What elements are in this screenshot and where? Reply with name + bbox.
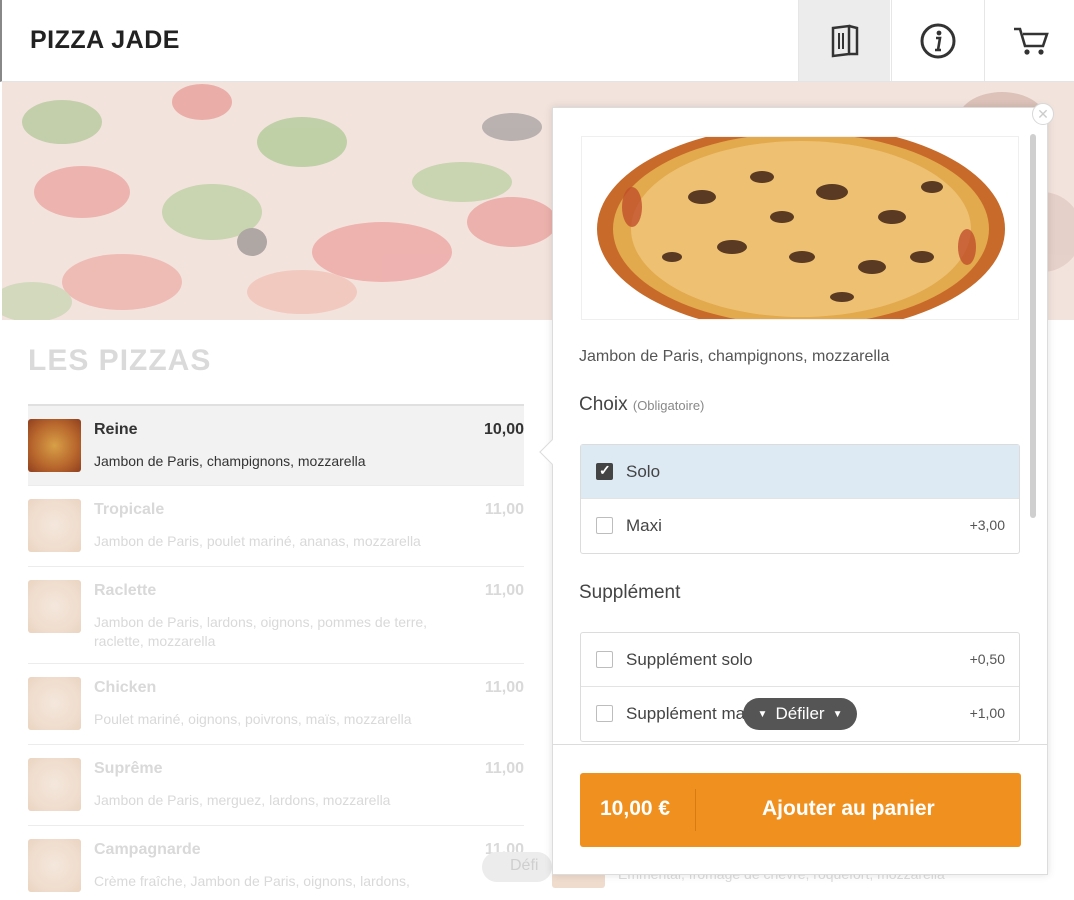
product-image — [581, 136, 1019, 320]
cart-icon — [1013, 27, 1049, 55]
option-label: Supplément maxi — [626, 704, 758, 723]
option-row[interactable]: Supplément solo +0,50 — [581, 633, 1019, 687]
item-price: 10,00 — [483, 421, 524, 438]
section-title: LES PIZZAS — [28, 344, 212, 377]
item-desc: Jambon de Paris, poulet mariné, ananas, … — [94, 533, 421, 549]
item-price: 11,00 — [484, 501, 524, 518]
scroll-hint-label: Défiler — [775, 704, 825, 723]
cart-button[interactable] — [984, 0, 1074, 81]
option-price: +1,00 — [969, 705, 1005, 721]
item-desc: Crème fraîche, Jambon de Paris, oignons,… — [94, 873, 410, 889]
modal-scroll-area[interactable]: Jambon de Paris, champignons, mozzarella… — [553, 108, 1047, 744]
item-desc: Jambon de Paris, lardons, oignons, pomme… — [94, 614, 428, 649]
pizza-thumbnail — [28, 677, 81, 730]
menu-button[interactable] — [798, 0, 890, 81]
chevron-down-icon: ▼ — [832, 708, 843, 720]
choice-section-title: Choix (Obligatoire) — [579, 394, 704, 416]
item-price: 11,00 — [484, 760, 524, 777]
item-name: Tropicale — [94, 501, 165, 518]
option-label: Supplément solo — [626, 650, 753, 669]
close-icon: ✕ — [1037, 105, 1049, 122]
product-description: Jambon de Paris, champignons, mozzarella — [579, 348, 890, 365]
choice-options: Solo Maxi +3,00 — [580, 444, 1020, 554]
pizza-thumbnail — [28, 499, 81, 552]
close-button[interactable]: ✕ — [1032, 103, 1054, 125]
checkbox-checked[interactable] — [596, 462, 613, 480]
checkbox[interactable] — [596, 517, 613, 534]
total-price: 10,00 € — [600, 797, 671, 820]
item-price: 11,00 — [484, 679, 524, 696]
add-to-cart-button[interactable]: 10,00 € Ajouter au panier — [580, 773, 1021, 847]
item-name: Reine — [94, 421, 138, 438]
option-row[interactable]: Solo — [581, 445, 1019, 499]
pizza-thumbnail — [28, 758, 81, 811]
supplement-section-title: Supplément — [579, 582, 681, 603]
add-to-cart-label: Ajouter au panier — [762, 797, 935, 820]
background-scroll-pill[interactable]: Défi — [482, 852, 552, 882]
modal-scrollbar[interactable] — [1030, 134, 1036, 518]
option-label: Solo — [626, 462, 661, 481]
item-name: Suprême — [94, 760, 163, 777]
checkbox[interactable] — [596, 651, 613, 668]
info-icon — [920, 23, 955, 58]
required-note: (Obligatoire) — [632, 398, 705, 413]
product-modal: Jambon de Paris, champignons, mozzarella… — [539, 103, 1054, 875]
pizza-thumbnail — [28, 580, 81, 633]
pizza-thumbnail — [28, 839, 81, 892]
item-desc: Jambon de Paris, merguez, lardons, mozza… — [94, 792, 391, 808]
menu-book-icon — [831, 24, 858, 57]
item-desc: Jambon de Paris, champignons, mozzarella — [94, 453, 366, 469]
option-price: +3,00 — [969, 517, 1005, 533]
chevron-down-icon: ▼ — [757, 708, 768, 720]
pizza-thumbnail — [28, 419, 81, 472]
menu-item[interactable]: Tropicale Jambon de Paris, poulet mariné… — [28, 486, 524, 567]
menu-list: Reine Jambon de Paris, champignons, mozz… — [28, 404, 524, 900]
menu-item[interactable]: Chicken Poulet mariné, oignons, poivrons… — [28, 664, 524, 745]
app-header: PIZZA JADE — [0, 0, 1074, 82]
option-row[interactable]: Maxi +3,00 — [581, 499, 1019, 553]
option-price: +0,50 — [969, 651, 1005, 667]
menu-item[interactable]: Suprême Jambon de Paris, merguez, lardon… — [28, 745, 524, 826]
checkbox[interactable] — [596, 705, 613, 722]
item-name: Raclette — [94, 582, 157, 599]
modal-footer: 10,00 € Ajouter au panier — [553, 744, 1047, 874]
choice-title: Choix — [579, 394, 628, 415]
brand-title[interactable]: PIZZA JADE — [30, 26, 180, 55]
menu-item[interactable]: Reine Jambon de Paris, champignons, mozz… — [28, 404, 524, 486]
item-name: Campagnarde — [94, 841, 201, 858]
scroll-hint-button[interactable]: ▼ Défiler ▼ — [743, 698, 857, 730]
info-button[interactable] — [891, 0, 983, 81]
option-label: Maxi — [626, 516, 662, 535]
item-name: Chicken — [94, 679, 157, 696]
item-price: 11,00 — [484, 582, 524, 599]
menu-item[interactable]: Campagnarde Crème fraîche, Jambon de Par… — [28, 826, 524, 900]
button-divider — [695, 789, 696, 831]
menu-item[interactable]: Raclette Jambon de Paris, lardons, oigno… — [28, 567, 524, 664]
item-desc: Poulet mariné, oignons, poivrons, maïs, … — [94, 711, 412, 727]
